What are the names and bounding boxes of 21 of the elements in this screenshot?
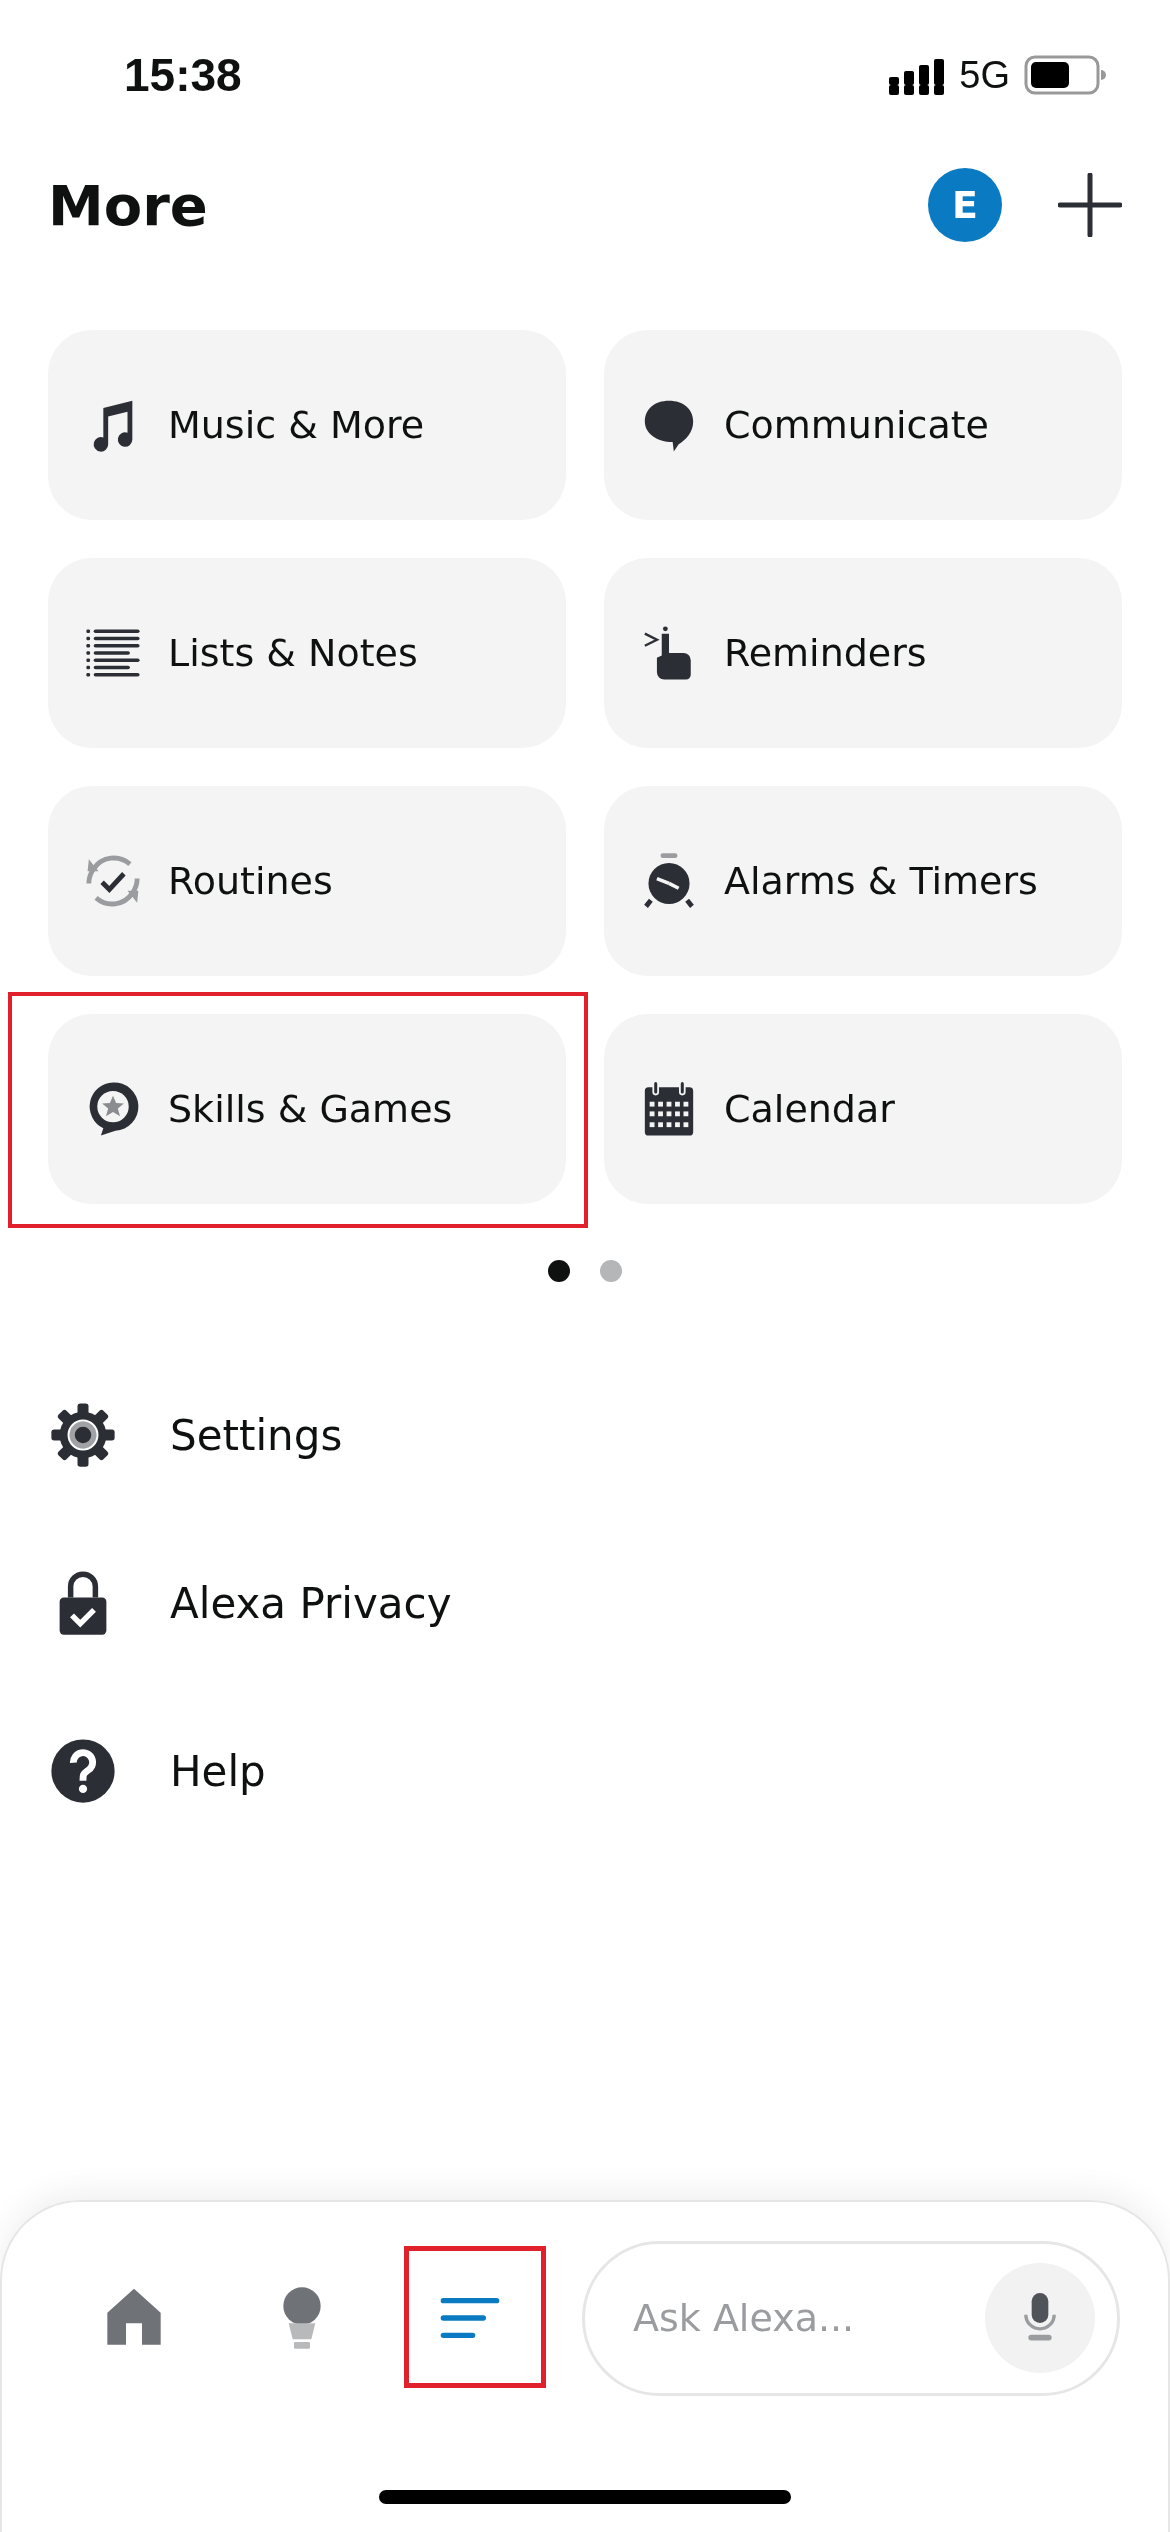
menu-item[interactable]: Settings: [50, 1402, 1170, 1468]
feature-tile[interactable]: Calendar: [604, 1014, 1122, 1204]
settings-icon: [50, 1402, 116, 1468]
add-button[interactable]: [1058, 173, 1122, 237]
help-icon: [50, 1738, 116, 1804]
feature-tile[interactable]: Skills & Games: [48, 1014, 566, 1204]
menu-item[interactable]: Help: [50, 1738, 1170, 1804]
menu-item[interactable]: Alexa Privacy: [50, 1570, 1170, 1636]
ask-field[interactable]: Ask Alexa...: [631, 2295, 985, 2341]
page-title: More: [48, 172, 209, 238]
profile-avatar[interactable]: E: [928, 168, 1002, 242]
feature-tile[interactable]: Alarms & Timers: [604, 786, 1122, 976]
menu-icon: [438, 2295, 502, 2341]
feature-tile[interactable]: Music & More: [48, 330, 566, 520]
feature-tile[interactable]: Reminders: [604, 558, 1122, 748]
battery-icon: [1024, 55, 1106, 95]
feature-tile[interactable]: Routines: [48, 786, 566, 976]
feature-tile[interactable]: Lists & Notes: [48, 558, 566, 748]
feature-tile[interactable]: Communicate: [604, 330, 1122, 520]
network-label: 5G: [959, 53, 1010, 97]
status-time: 15:38: [124, 48, 243, 102]
